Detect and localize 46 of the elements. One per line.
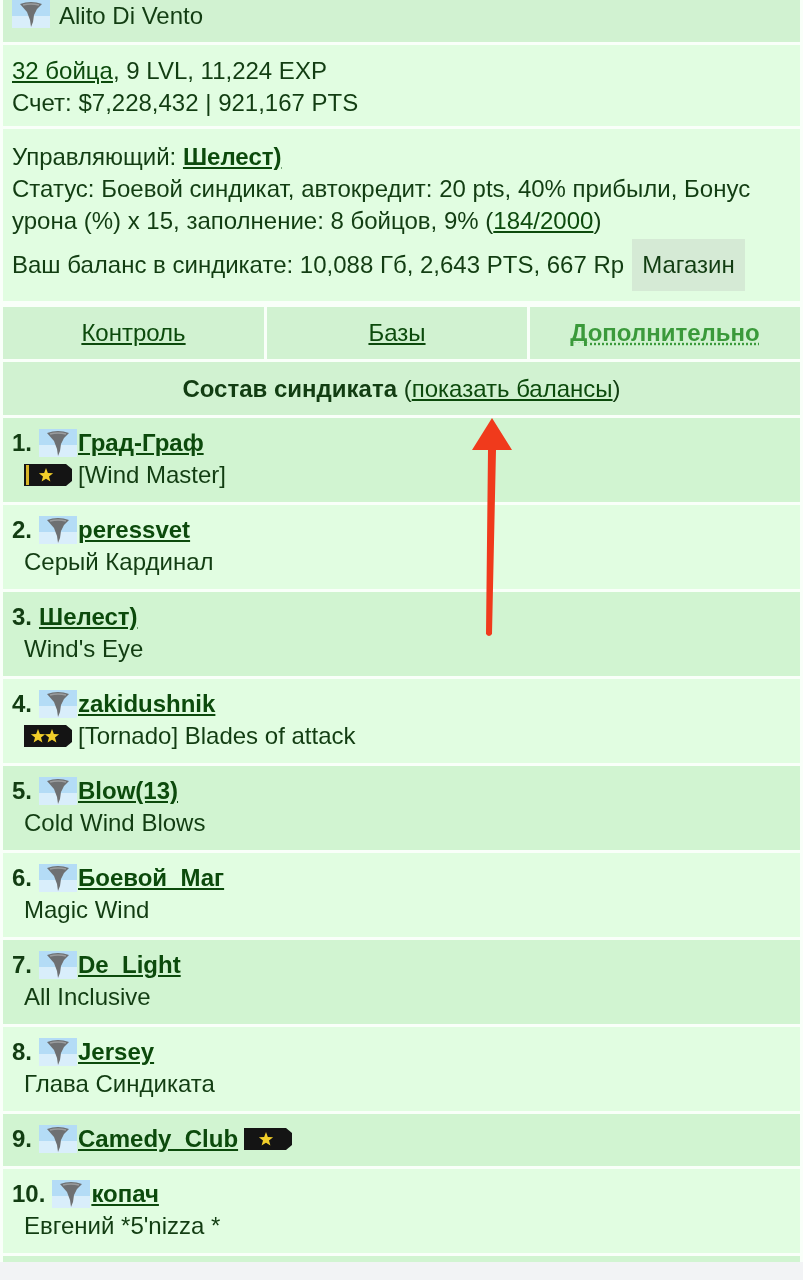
rank-badge-icon [24, 464, 72, 486]
manager-link[interactable]: Шелест) [182, 143, 282, 170]
member-number: 4. [12, 690, 32, 718]
balance-text: Ваш баланс в синдикате: 10,088 Гб, 2,643 PTS, 667 Rp [12, 250, 625, 280]
member-number: 9. [12, 1125, 32, 1153]
show-balances-link[interactable]: показать балансы [411, 374, 613, 403]
member-name-link[interactable]: Blow(13) [78, 777, 179, 805]
tab[interactable]: Базы [267, 307, 527, 359]
member-name-link[interactable]: Camedy_Club [78, 1125, 239, 1153]
member-title: Евгений *5'nizza * [24, 1212, 221, 1240]
squad-stats: 32 бойца, 9 LVL, 11,224 EXP [12, 56, 328, 86]
tab[interactable]: Контроль [3, 307, 264, 359]
member-number: 3. [12, 603, 32, 631]
members-heading: Состав синдиката (показать балансы) [3, 362, 800, 415]
member-title: Серый Кардинал [24, 548, 214, 576]
member-number: 2. [12, 516, 32, 544]
member-title: [Wind Master] [78, 461, 227, 489]
score-text: Счет: $7,228,432 | 921,167 PTS [12, 88, 360, 118]
member-name-link[interactable]: peressvet [78, 516, 191, 544]
member-number: 1. [12, 429, 32, 457]
rank-badge-icon [24, 725, 72, 747]
member-title: All Inclusive [24, 983, 151, 1011]
member-title: Cold Wind Blows [24, 809, 206, 837]
member-title: Magic Wind [24, 896, 150, 924]
member-title: Глава Синдиката [24, 1070, 215, 1098]
member-number: 7. [12, 951, 32, 979]
shop-button[interactable]: Магазин [632, 239, 745, 291]
member-number: 6. [12, 864, 32, 892]
member-name-link[interactable]: копач [91, 1180, 159, 1208]
member-title: [Tornado] Blades of attack [78, 722, 356, 750]
tornado-avatar-icon [12, 0, 50, 28]
member-name-link[interactable]: Jersey [78, 1038, 155, 1066]
manager-text: Управляющий: Шелест) [12, 142, 283, 172]
member-name-link[interactable]: zakidushnik [78, 690, 216, 718]
fighters-link[interactable]: 32 бойца [12, 57, 113, 84]
member-number: 10. [12, 1180, 46, 1208]
member-name-link[interactable]: De_Light [78, 951, 181, 979]
member-name-link[interactable]: Боевой_Маг [78, 864, 225, 892]
rank-badge-icon [244, 1128, 293, 1150]
member-title: Wind's Eye [24, 635, 144, 663]
syndicate-name: Alito Di Vento [59, 1, 204, 31]
member-name-link[interactable]: Град-Граф [78, 429, 204, 457]
member-number: 5. [12, 777, 32, 805]
status-text: Статус: Боевой синдикат, автокредит: 20 pts, 40% прибыли, Бонус урона (%) x 15, заполнение: 8 бойцов, 9% (184/2000) [12, 174, 752, 236]
member-number: 8. [12, 1038, 32, 1066]
member-name-link[interactable]: Шелест) [39, 603, 138, 631]
